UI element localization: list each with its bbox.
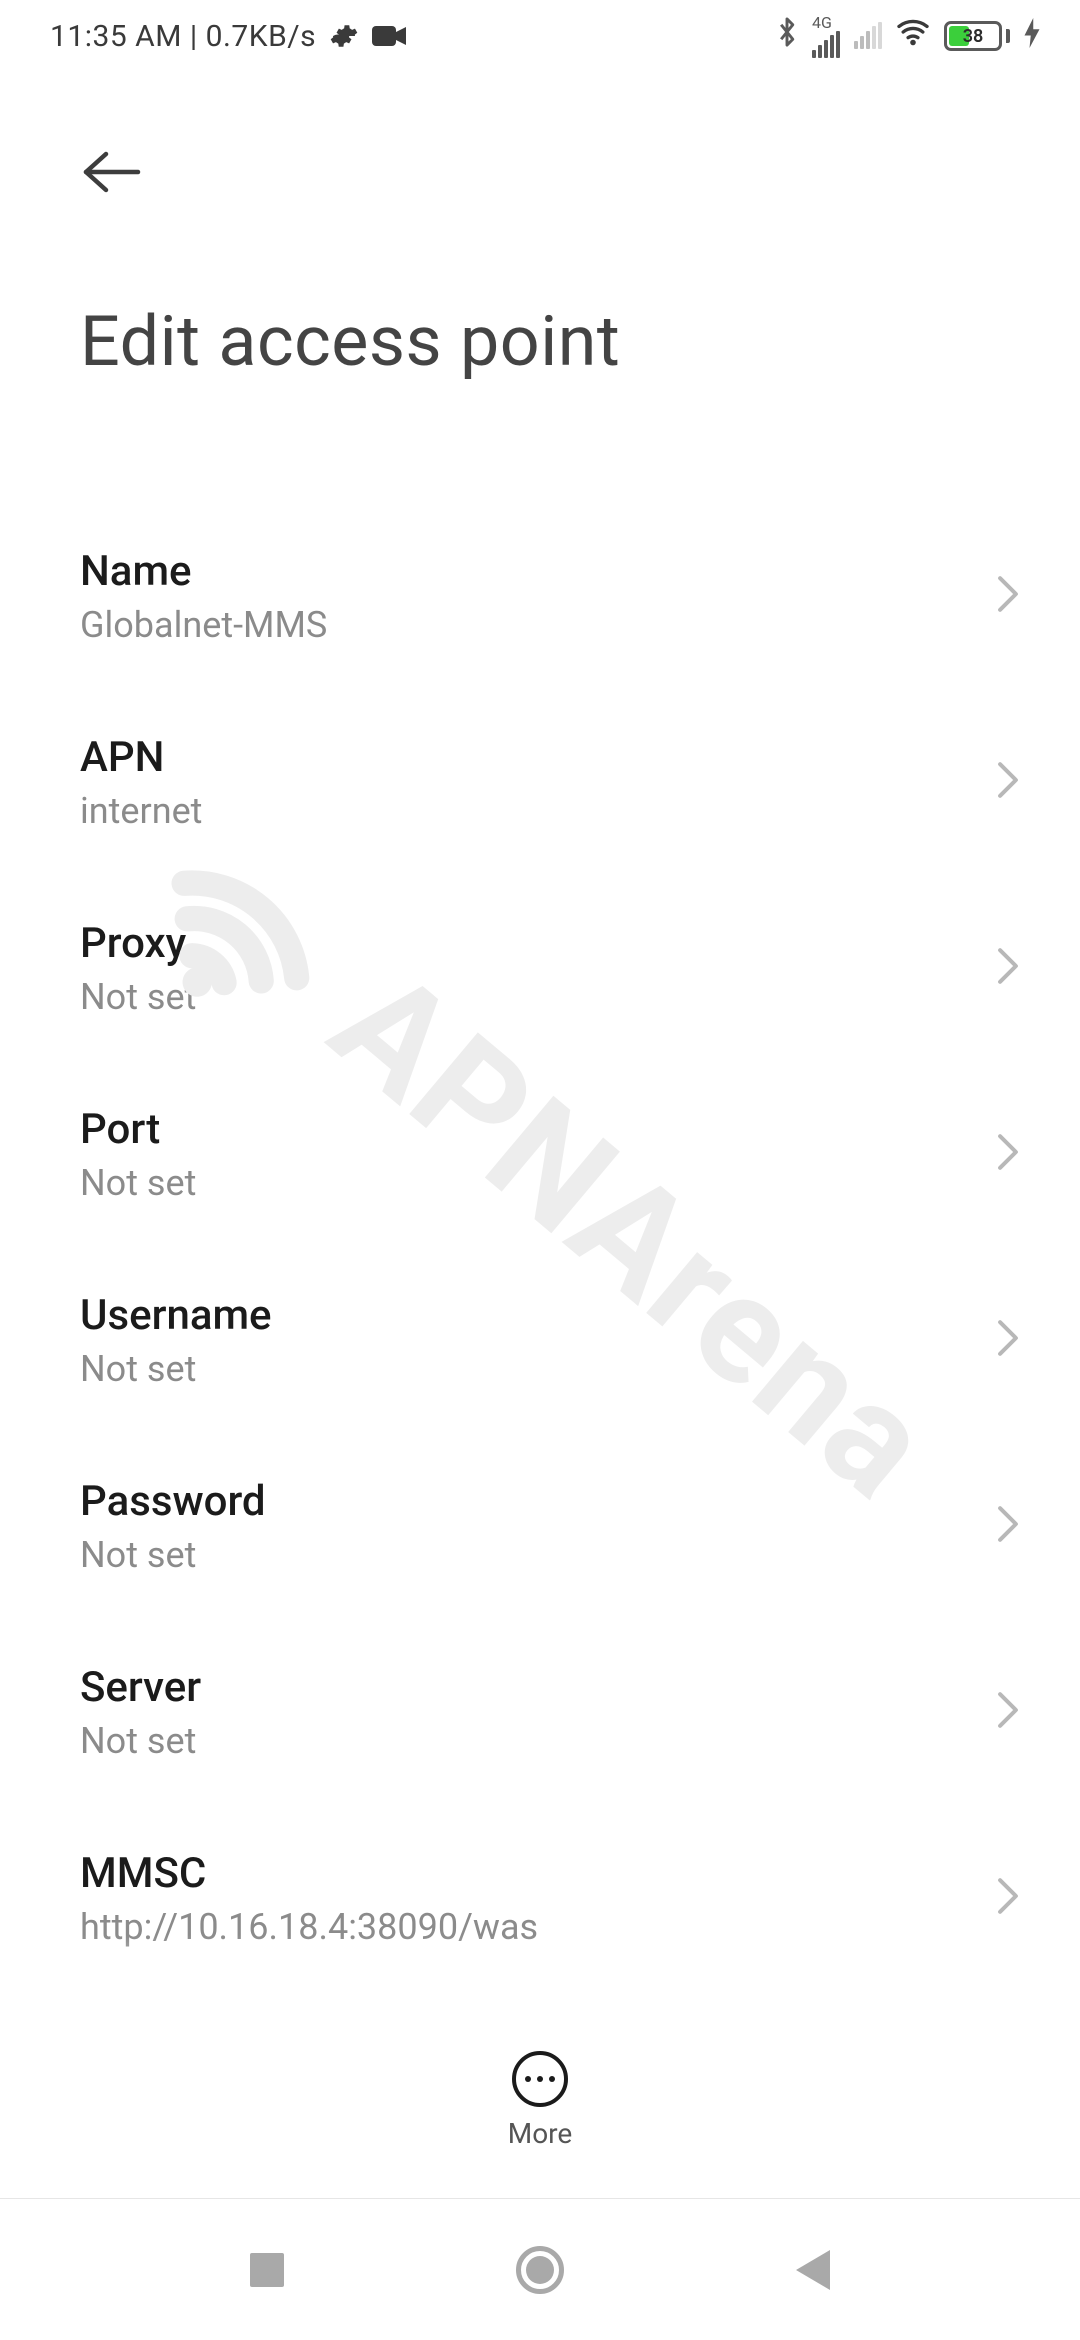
- setting-label: Username: [80, 1291, 272, 1340]
- setting-value: Not set: [80, 976, 196, 1018]
- setting-label: Name: [80, 547, 327, 596]
- signal-sim1: 4G: [812, 15, 840, 58]
- nav-home-button[interactable]: [510, 2240, 570, 2300]
- setting-row-password[interactable]: Password Not set: [0, 1433, 1080, 1619]
- chevron-right-icon: [996, 575, 1020, 617]
- chevron-right-icon: [996, 761, 1020, 803]
- bluetooth-icon: [776, 16, 798, 56]
- square-icon: [250, 2253, 284, 2287]
- wifi-icon: [896, 18, 930, 54]
- setting-label: APN: [80, 733, 202, 782]
- setting-row-proxy[interactable]: Proxy Not set: [0, 875, 1080, 1061]
- chevron-right-icon: [996, 1691, 1020, 1733]
- setting-label: Server: [80, 1663, 201, 1712]
- chevron-right-icon: [996, 1319, 1020, 1361]
- arrow-left-icon: [82, 150, 142, 198]
- setting-value: Globalnet-MMS: [80, 604, 327, 646]
- setting-label: Password: [80, 1477, 266, 1526]
- setting-label: MMSC: [80, 1849, 538, 1898]
- gear-icon: [330, 22, 358, 50]
- back-button[interactable]: [80, 142, 144, 206]
- setting-row-name[interactable]: Name Globalnet-MMS: [0, 503, 1080, 689]
- setting-value: internet: [80, 790, 202, 832]
- signal-sim2: [854, 23, 882, 49]
- setting-value: http://10.16.18.4:38090/was: [80, 1906, 538, 1948]
- charging-icon: [1024, 18, 1040, 54]
- video-camera-icon: [372, 24, 406, 48]
- chevron-right-icon: [996, 1133, 1020, 1175]
- nav-back-button[interactable]: [783, 2240, 843, 2300]
- setting-value: Not set: [80, 1348, 272, 1390]
- setting-row-apn[interactable]: APN internet: [0, 689, 1080, 875]
- setting-row-server[interactable]: Server Not set: [0, 1619, 1080, 1805]
- setting-value: Not set: [80, 1720, 201, 1762]
- chevron-right-icon: [996, 947, 1020, 989]
- page-title: Edit access point: [80, 301, 1000, 383]
- chevron-right-icon: [996, 1877, 1020, 1919]
- setting-value: Not set: [80, 1534, 266, 1576]
- setting-row-mmsc[interactable]: MMSC http://10.16.18.4:38090/was: [0, 1805, 1080, 1991]
- nav-recents-button[interactable]: [237, 2240, 297, 2300]
- status-time-speed: 11:35 AM | 0.7KB/s: [50, 19, 316, 54]
- overflow-more-button[interactable]: More: [0, 2051, 1080, 2150]
- triangle-left-icon: [796, 2250, 830, 2290]
- battery-indicator: 38: [944, 21, 1010, 51]
- system-nav-bar: [0, 2198, 1080, 2340]
- chevron-right-icon: [996, 1505, 1020, 1547]
- settings-list: Name Globalnet-MMS APN internet Proxy No…: [0, 503, 1080, 2177]
- setting-label: Proxy: [80, 919, 196, 968]
- status-bar: 11:35 AM | 0.7KB/s 4G 38: [0, 0, 1080, 72]
- setting-row-port[interactable]: Port Not set: [0, 1061, 1080, 1247]
- setting-row-username[interactable]: Username Not set: [0, 1247, 1080, 1433]
- circle-icon: [516, 2246, 564, 2294]
- more-label: More: [508, 2117, 573, 2150]
- setting-value: Not set: [80, 1162, 196, 1204]
- setting-label: Port: [80, 1105, 196, 1154]
- more-icon: [512, 2051, 568, 2107]
